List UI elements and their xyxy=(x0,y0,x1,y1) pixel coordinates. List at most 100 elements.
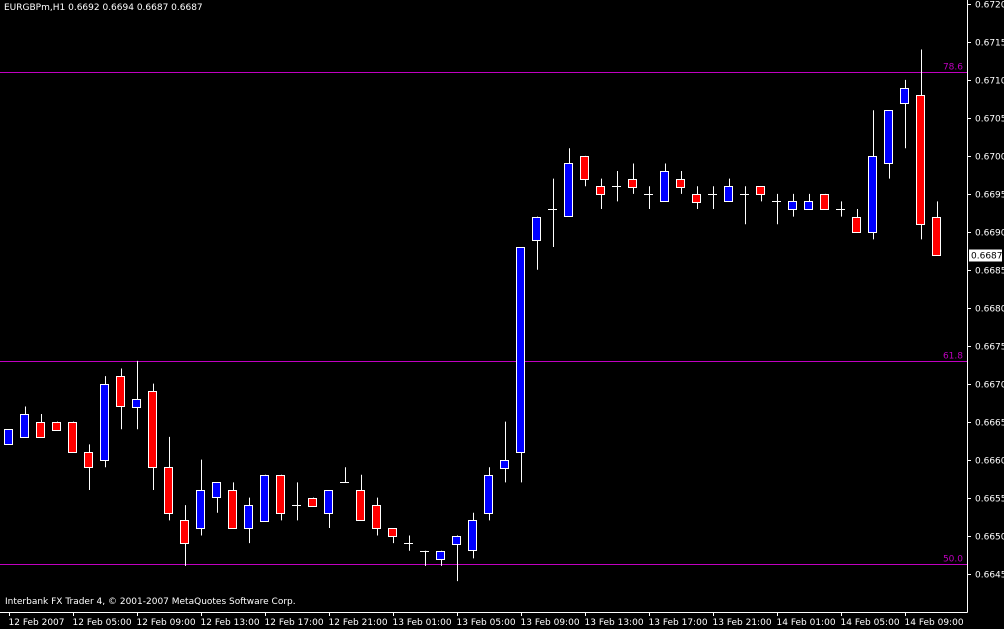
symbol-label: EURGBPm,H1 xyxy=(4,3,66,13)
x-tick-label: 13 Feb 05:00 xyxy=(457,618,516,628)
x-tick-label: 13 Feb 21:00 xyxy=(713,618,772,628)
y-tick-label: 0.6700 xyxy=(975,153,1004,163)
candle-body xyxy=(724,186,733,202)
candle-body xyxy=(52,422,61,431)
current-price-marker: 0.6687 xyxy=(969,249,1003,262)
candle xyxy=(484,467,493,521)
candle xyxy=(196,459,205,536)
candle-body xyxy=(116,376,125,407)
candle xyxy=(68,421,77,453)
candle xyxy=(564,148,573,217)
candle xyxy=(148,383,157,490)
candle xyxy=(420,550,429,566)
candle xyxy=(820,193,829,210)
current-price-label: 0.6687 xyxy=(971,252,1003,262)
candle xyxy=(500,421,509,483)
candle-body xyxy=(676,179,685,188)
candle xyxy=(404,535,413,551)
candle xyxy=(612,171,621,202)
price-chart[interactable]: 78.661.850.0 0.67200.67150.67100.67050.6… xyxy=(0,0,1004,629)
candle-body xyxy=(660,171,669,202)
y-tick-label: 0.6690 xyxy=(975,229,1004,239)
candle-body xyxy=(244,505,253,529)
candle-body xyxy=(68,422,77,453)
candle xyxy=(372,497,381,536)
candle-body xyxy=(500,460,509,469)
fibonacci-levels: 78.6 61.8 50.0 xyxy=(0,63,967,565)
candle xyxy=(388,527,397,544)
candle-body xyxy=(852,217,861,233)
candle xyxy=(676,171,685,194)
candle xyxy=(180,505,189,566)
candle-body xyxy=(516,247,525,453)
x-tick-label: 14 Feb 09:00 xyxy=(905,618,964,628)
y-axis-ticks: 0.6720 0.6715 0.6710 0.6705 0.6700 0.6695 0.66… xyxy=(967,1,1004,581)
candle xyxy=(884,110,893,179)
chart-info-header: EURGBPm,H1 0.6692 0.6694 0.6687 0.6687 xyxy=(4,3,203,13)
candle xyxy=(452,535,461,582)
candle-body xyxy=(628,179,637,188)
fib-level-label: 61.8 xyxy=(943,352,963,362)
x-tick-label: 13 Feb 13:00 xyxy=(585,618,644,628)
candle-body xyxy=(36,422,45,438)
candle xyxy=(804,193,813,210)
x-tick-label: 12 Feb 05:00 xyxy=(73,618,132,628)
x-axis-ticks: 12 Feb 2007 12 Feb 05:00 12 Feb 09:00 12 Fe… xyxy=(9,612,964,628)
x-tick-label: 13 Feb 01:00 xyxy=(393,618,452,628)
candle xyxy=(228,482,237,529)
candle xyxy=(356,474,365,521)
candle-body xyxy=(932,217,941,256)
candle xyxy=(724,178,733,202)
candle-body xyxy=(532,217,541,241)
fib-level-label: 50.0 xyxy=(943,555,963,565)
candle xyxy=(164,436,173,521)
y-tick-label: 0.6685 xyxy=(975,267,1004,277)
candle xyxy=(436,550,445,566)
candle xyxy=(900,79,909,149)
candle-body xyxy=(164,467,173,514)
candle xyxy=(36,414,45,438)
candle-body xyxy=(804,201,813,210)
candle-body xyxy=(484,475,493,514)
candle-body xyxy=(436,551,445,560)
y-tick-label: 0.6650 xyxy=(975,533,1004,543)
y-tick-label: 0.6645 xyxy=(975,571,1004,581)
candle xyxy=(308,497,317,507)
candle-body xyxy=(100,384,109,461)
candle-body xyxy=(132,399,141,408)
candle-body xyxy=(884,110,893,164)
candle-body xyxy=(820,194,829,210)
candle-body xyxy=(900,88,909,104)
candle xyxy=(100,376,109,468)
candle-body xyxy=(260,475,269,522)
candle-body xyxy=(4,429,13,445)
y-tick-label: 0.6715 xyxy=(975,39,1004,49)
candle xyxy=(852,209,861,233)
candle xyxy=(116,368,125,430)
candle xyxy=(772,193,781,225)
x-tick-label: 14 Feb 01:00 xyxy=(777,618,836,628)
x-tick-label: 13 Feb 17:00 xyxy=(649,618,708,628)
x-tick-label: 12 Feb 2007 xyxy=(9,618,65,628)
candle xyxy=(20,406,29,438)
y-tick-label: 0.6675 xyxy=(975,343,1004,353)
candle-body xyxy=(580,156,589,180)
candle xyxy=(836,201,845,217)
candle xyxy=(756,186,765,202)
candle xyxy=(324,489,333,528)
candle-body xyxy=(212,482,221,498)
candle xyxy=(644,186,653,210)
x-tick-label: 12 Feb 09:00 xyxy=(137,618,196,628)
y-tick-label: 0.6705 xyxy=(975,115,1004,125)
candle xyxy=(916,49,925,240)
candle xyxy=(932,201,941,256)
candle-body xyxy=(788,201,797,210)
candle-body xyxy=(84,452,93,468)
candle xyxy=(132,360,141,430)
candle xyxy=(580,155,589,187)
candle xyxy=(244,497,253,544)
candle xyxy=(516,246,525,483)
candle-body xyxy=(596,186,605,195)
x-tick-label: 12 Feb 17:00 xyxy=(265,618,324,628)
candle xyxy=(468,512,477,559)
